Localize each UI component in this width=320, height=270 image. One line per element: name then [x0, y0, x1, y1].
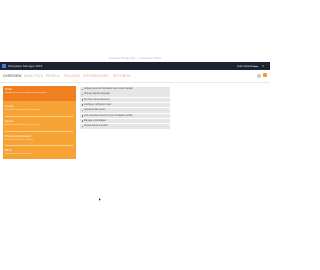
desktop-caption: Workplace Manager App — Configuration Wi…	[0, 57, 270, 60]
tab-policies[interactable]: POLICIES	[64, 73, 80, 79]
list-item[interactable]: Change display language	[80, 92, 170, 97]
close-icon[interactable]: ×	[262, 64, 266, 68]
list-item-label: Update personal information and contact …	[84, 88, 133, 91]
left-item-title: Profile	[5, 88, 12, 91]
left-item-title: Devices	[5, 120, 14, 123]
app-logo-icon	[2, 64, 6, 68]
notification-badge-icon[interactable]	[263, 73, 267, 77]
left-item-privacy[interactable]: Privacy and permissions Control how your…	[3, 132, 76, 145]
bullet-icon	[81, 88, 84, 91]
left-item-security[interactable]: Security Passwords, sign-in and recovery…	[3, 102, 76, 116]
bullet-icon	[81, 125, 84, 128]
bullet-icon	[81, 109, 84, 112]
left-item-title: Security	[5, 105, 14, 108]
bullet-icon	[81, 104, 84, 106]
left-item-subtitle: Payment methods and invoices	[5, 153, 33, 155]
list-item[interactable]: Configure notification rules	[80, 102, 170, 108]
tab-integrations[interactable]: INTEGRATIONS	[83, 73, 109, 79]
tab-analytics[interactable]: ANALYTICS	[24, 73, 43, 79]
bell-icon[interactable]	[257, 74, 261, 78]
left-item-title: Privacy and permissions	[5, 135, 31, 138]
nav-icons	[257, 73, 267, 79]
left-item-title: Billing	[5, 149, 12, 152]
left-item-subtitle: Manage registered devices and access	[5, 124, 40, 126]
tab-settings[interactable]: SETTINGS	[113, 73, 130, 79]
list-item[interactable]: Review account activity	[80, 124, 170, 129]
desktop-background	[0, 0, 270, 59]
list-item-label: Set time zone preference	[84, 98, 110, 101]
list-item[interactable]: Manage email aliases	[80, 118, 170, 124]
mouse-cursor-icon	[99, 198, 101, 201]
left-item-subtitle: Passwords, sign-in and recovery options	[5, 109, 41, 111]
list-item[interactable]: Set time zone preference	[80, 97, 170, 103]
tab-overview[interactable]: OVERVIEW	[3, 73, 22, 79]
list-item-label: Manage email aliases	[84, 119, 107, 122]
bullet-icon	[81, 120, 84, 122]
left-panel: Profile Manage your personal details and…	[3, 86, 76, 159]
list-item-label: Configure notification rules	[84, 104, 112, 107]
left-item-subtitle: Control how your data is shared	[5, 139, 34, 141]
list-item-label: Review account activity	[84, 125, 108, 128]
list-item[interactable]: Link external accounts to your workplace…	[80, 113, 170, 119]
bullet-icon	[81, 99, 84, 101]
left-item-billing[interactable]: Billing Payment methods and invoices	[3, 146, 76, 159]
tab-people[interactable]: PEOPLE	[46, 73, 60, 79]
list-item[interactable]: Update personal information and contact …	[80, 87, 170, 92]
left-item-devices[interactable]: Devices Manage registered devices and ac…	[3, 117, 76, 131]
desktop-caption-text: Workplace Manager App — Configuration Wi…	[108, 57, 162, 60]
app-name: Workplace Manager 2019	[8, 63, 43, 68]
minimize-icon[interactable]	[254, 64, 258, 67]
bullet-icon	[81, 115, 84, 117]
window-titlebar: Workplace Manager 2019 Administrator ×	[0, 62, 270, 70]
left-item-subtitle: Manage your personal details and prefere…	[5, 92, 47, 94]
top-nav: OVERVIEW ANALYTICS PEOPLE POLICIES INTEG…	[0, 70, 270, 83]
list-item-label: Upload profile picture	[84, 109, 106, 112]
bullet-icon	[81, 93, 84, 96]
list-item-label: Change display language	[84, 93, 110, 96]
list-item-label: Link external accounts to your workplace…	[84, 114, 133, 117]
user-label[interactable]: Administrator	[237, 64, 255, 69]
list-item[interactable]: Upload profile picture	[80, 108, 170, 113]
left-item-profile[interactable]: Profile Manage your personal details and…	[3, 86, 76, 101]
